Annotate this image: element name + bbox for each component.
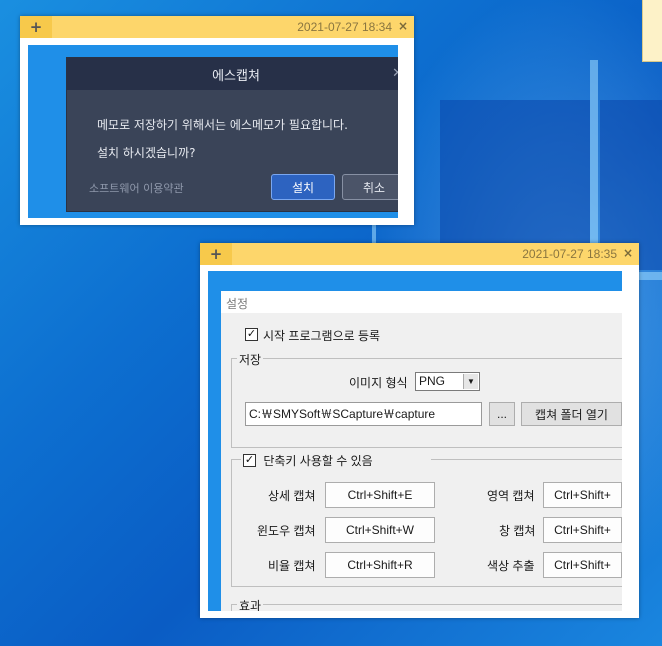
startup-label: 시작 프로그램으로 등록 [263,329,381,343]
dialog-title: 에스캡쳐 [67,58,398,90]
hotkey-group-title: 단축키 사용할 수 있음 [263,454,373,468]
window-capture-label: 윈도우 캡쳐 [257,524,316,538]
image-format-label: 이미지 형식 [349,376,408,390]
color-pick-hotkey: Ctrl+Shift+ [543,552,622,578]
terms-link: 소프트웨어 이용약관 [89,182,184,195]
detail-capture-hotkey: Ctrl+Shift+E [325,482,435,508]
effect-group [231,604,622,611]
add-note-icon[interactable]: + [20,16,52,38]
cancel-button: 취소 [342,174,398,200]
note-title-bar[interactable]: + 2021-07-27 18:34 × [20,16,414,38]
note-timestamp: 2021-07-27 18:35 [522,247,617,261]
startup-checkbox: ✓ [245,328,258,341]
save-group-title: 저장 [237,351,264,368]
ratio-capture-label: 비율 캡쳐 [268,559,316,573]
active-window-capture-hotkey: Ctrl+Shift+ [543,517,622,543]
image-format-value: PNG [419,374,446,388]
captured-image: 설정 ✓ 시작 프로그램으로 등록 저장 이미지 형식 PNG ▼ C:￦SMY… [208,271,622,611]
note-timestamp: 2021-07-27 18:34 [297,20,392,34]
hotkey-checkbox: ✓ [243,454,256,467]
region-capture-hotkey: Ctrl+Shift+ [543,482,622,508]
settings-panel: 설정 ✓ 시작 프로그램으로 등록 저장 이미지 형식 PNG ▼ C:￦SMY… [221,291,622,611]
escapture-dialog: 에스캡쳐 ✕ 메모로 저장하기 위해서는 에스메모가 필요합니다. 설치 하시겠… [66,57,398,212]
close-icon[interactable]: × [623,246,633,260]
capture-note-2[interactable]: + 2021-07-27 18:35 × 설정 ✓ 시작 프로그램으로 등록 저… [200,243,639,618]
dialog-message: 메모로 저장하기 위해서는 에스메모가 필요합니다. [97,118,348,132]
close-icon[interactable]: × [398,19,408,33]
dialog-question: 설치 하시겠습니까? [97,146,196,160]
effect-group-title: 효과 [237,597,264,611]
settings-title-bar [221,291,622,313]
browse-button: ... [489,402,515,426]
dialog-close-icon: ✕ [392,66,398,81]
wallpaper-line [372,225,376,245]
hotkey-group-header: ✓ 단축키 사용할 수 있음 [241,452,431,469]
desktop-sticky-note[interactable] [642,0,662,62]
image-format-select: PNG ▼ [415,372,480,391]
settings-title: 설정 [226,297,249,311]
chevron-down-icon: ▼ [463,374,478,389]
ratio-capture-hotkey: Ctrl+Shift+R [325,552,435,578]
region-capture-label: 영역 캡쳐 [487,489,535,503]
save-path-field: C:￦SMYSoft￦SCapture￦capture [245,402,482,426]
note-title-bar[interactable]: + 2021-07-27 18:35 × [200,243,639,265]
active-window-capture-label: 창 캡쳐 [499,524,536,538]
captured-image: 에스캡쳐 ✕ 메모로 저장하기 위해서는 에스메모가 필요합니다. 설치 하시겠… [28,45,398,218]
capture-note-1[interactable]: + 2021-07-27 18:34 × 에스캡쳐 ✕ 메모로 저장하기 위해서… [20,16,414,225]
window-capture-hotkey: Ctrl+Shift+W [325,517,435,543]
open-folder-button: 캡쳐 폴더 열기 [521,402,622,426]
color-pick-label: 색상 추출 [487,559,535,573]
add-note-icon[interactable]: + [200,243,232,265]
install-button: 설치 [271,174,335,200]
detail-capture-label: 상세 캡쳐 [268,489,316,503]
